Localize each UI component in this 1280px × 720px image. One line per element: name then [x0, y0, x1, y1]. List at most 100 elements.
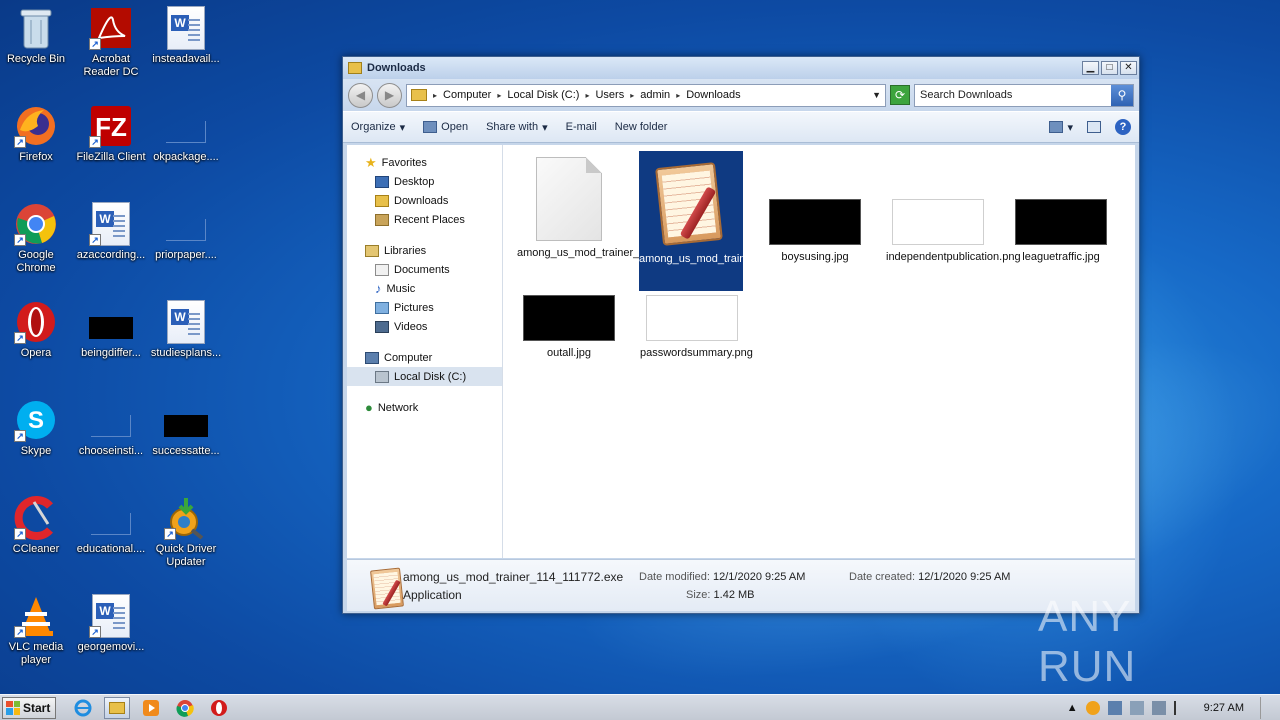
nav-libraries[interactable]: Libraries: [347, 241, 502, 260]
back-button[interactable]: ◀: [348, 82, 373, 108]
clock[interactable]: 9:27 AM: [1196, 702, 1252, 714]
chevron-right-icon[interactable]: ▸: [630, 91, 634, 100]
file-name: independentpublication.png: [886, 251, 1021, 263]
chevron-right-icon[interactable]: ▸: [676, 91, 680, 100]
taskbar-ie[interactable]: [70, 697, 96, 719]
file-item[interactable]: passwordsummary.png: [640, 295, 753, 360]
word-doc-icon: [164, 300, 208, 344]
ccleaner-icon: ↗: [14, 496, 58, 540]
desktop-icon-successatte[interactable]: successatte...: [148, 398, 224, 458]
share-with-button[interactable]: Share with ▾: [486, 121, 548, 134]
close-button[interactable]: ✕: [1120, 61, 1137, 75]
desktop-icon-priorpaper[interactable]: priorpaper....: [148, 202, 224, 262]
taskbar-opera[interactable]: [206, 697, 232, 719]
desktop-icon-educational[interactable]: educational....: [73, 496, 149, 556]
preview-pane-icon[interactable]: [1087, 121, 1101, 133]
start-label: Start: [23, 700, 51, 715]
desktop-icon-okpackage[interactable]: okpackage....: [148, 104, 224, 164]
clipboard-app-icon: [649, 155, 733, 247]
help-icon[interactable]: ?: [1115, 119, 1131, 135]
nav-computer[interactable]: Computer: [347, 348, 502, 367]
size-value: 1.42 MB: [713, 588, 755, 601]
nav-recent-places[interactable]: Recent Places: [347, 210, 502, 229]
acrobat-icon: ↗: [89, 6, 133, 50]
file-item[interactable]: outall.jpg: [517, 295, 621, 360]
nav-downloads[interactable]: Downloads: [347, 191, 502, 210]
nav-videos[interactable]: Videos: [347, 317, 502, 336]
breadcrumb-admin[interactable]: admin: [640, 89, 670, 101]
desktop-icon-opera[interactable]: ↗ Opera: [0, 300, 74, 360]
show-desktop-button[interactable]: [1260, 696, 1274, 719]
nav-pictures[interactable]: Pictures: [347, 298, 502, 317]
desktop-icon-quick-driver-updater[interactable]: ↗ Quick Driver Updater: [148, 496, 224, 569]
taskbar: Start ▲ 9:27 AM: [0, 694, 1280, 720]
open-button[interactable]: Open: [423, 121, 468, 133]
breadcrumb-local-disk[interactable]: Local Disk (C:): [507, 89, 579, 101]
desktop-icon-beingdiffer[interactable]: beingdiffer...: [73, 300, 149, 360]
file-item[interactable]: independentpublication.png: [886, 199, 1021, 264]
maximize-button[interactable]: □: [1101, 61, 1118, 75]
explorer-window[interactable]: Downloads ▁ □ ✕ ◀ ▶ ▸ Computer ▸ Local D…: [342, 56, 1140, 614]
desktop-icon-label: FileZilla Client: [76, 151, 146, 163]
desktop-icon-filezilla[interactable]: FZ ↗ FileZilla Client: [73, 104, 149, 164]
desktop-icon-vlc[interactable]: ↗ VLC media player: [0, 594, 74, 667]
address-bar[interactable]: ▸ Computer ▸ Local Disk (C:) ▸ Users ▸ a…: [406, 83, 886, 107]
desktop-icon-chooseinsti[interactable]: chooseinsti...: [73, 398, 149, 458]
file-name: boysusing.jpg: [781, 251, 849, 263]
network-icon[interactable]: [1107, 700, 1122, 715]
desktop-icon-studiesplans[interactable]: studiesplans...: [148, 300, 224, 360]
desktop-icon-georgemovi[interactable]: ↗ georgemovi...: [73, 594, 149, 654]
breadcrumb-downloads[interactable]: Downloads: [686, 89, 740, 101]
image-thumbnail: [646, 295, 738, 341]
desktop-icon-firefox[interactable]: ↗ Firefox: [0, 104, 74, 164]
desktop-icon-ccleaner[interactable]: ↗ CCleaner: [0, 496, 74, 556]
desktop-icon-recycle-bin[interactable]: Recycle Bin: [0, 6, 74, 66]
file-icon: [164, 202, 208, 246]
nav-network[interactable]: ● Network: [347, 398, 502, 417]
nav-favorites[interactable]: ★ Favorites: [347, 153, 502, 172]
desktop-icon-azaccording[interactable]: ↗ azaccording...: [73, 202, 149, 262]
change-view-button[interactable]: ▾: [1049, 121, 1073, 134]
breadcrumb-computer[interactable]: Computer: [443, 89, 491, 101]
desktop-icon-chrome[interactable]: ↗ Google Chrome: [0, 202, 74, 275]
file-item[interactable]: leaguetraffic.jpg: [1009, 199, 1113, 264]
start-button[interactable]: Start: [2, 696, 56, 719]
organize-button[interactable]: Organize ▾: [351, 121, 405, 134]
desktop-icon-skype[interactable]: S ↗ Skype: [0, 398, 74, 458]
title-bar[interactable]: Downloads ▁ □ ✕: [343, 57, 1139, 79]
forward-button[interactable]: ▶: [377, 82, 402, 108]
search-icon[interactable]: ⚲: [1111, 84, 1133, 106]
file-icon: [89, 496, 133, 540]
email-button[interactable]: E-mail: [566, 121, 597, 133]
breadcrumb-users[interactable]: Users: [595, 89, 624, 101]
driver-updater-tray-icon[interactable]: [1085, 700, 1100, 715]
taskbar-explorer[interactable]: [104, 696, 130, 719]
file-item[interactable]: boysusing.jpg: [763, 199, 867, 264]
nav-music[interactable]: ♪ Music: [347, 279, 502, 298]
command-bar: Organize ▾ Open Share with ▾ E-mail New fo…: [343, 111, 1139, 143]
new-folder-button[interactable]: New folder: [615, 121, 668, 133]
nav-documents[interactable]: Documents: [347, 260, 502, 279]
refresh-button[interactable]: ⟳: [890, 85, 910, 105]
chevron-right-icon[interactable]: ▸: [497, 91, 501, 100]
minimize-button[interactable]: ▁: [1082, 61, 1099, 75]
taskbar-media-player[interactable]: [138, 697, 164, 719]
chevron-right-icon[interactable]: ▸: [585, 91, 589, 100]
nav-label: Downloads: [394, 194, 449, 207]
taskbar-chrome[interactable]: [172, 697, 198, 719]
nav-desktop[interactable]: Desktop: [347, 172, 502, 191]
desktop-icon-acrobat[interactable]: ↗ Acrobat Reader DC: [73, 6, 149, 79]
file-item[interactable]: among_us_mod_trainer_114.exe: [517, 157, 678, 260]
desktop-icon-insteadavail[interactable]: insteadavail...: [148, 6, 224, 66]
chevron-down-icon[interactable]: ▼: [872, 90, 881, 100]
power-icon[interactable]: [1151, 700, 1166, 715]
action-center-flag-icon[interactable]: [1173, 700, 1188, 715]
show-hidden-icons-icon[interactable]: ▲: [1067, 702, 1078, 714]
pictures-icon: [375, 301, 389, 314]
file-item-selected[interactable]: among_us_mod_trainer_114_111772.exe: [639, 151, 841, 291]
search-input[interactable]: Search Downloads ⚲: [914, 83, 1134, 107]
share-with-label: Share with: [486, 121, 539, 133]
volume-icon[interactable]: [1129, 700, 1144, 715]
nav-local-disk[interactable]: Local Disk (C:): [347, 367, 502, 386]
recycle-bin-icon: [14, 6, 58, 50]
